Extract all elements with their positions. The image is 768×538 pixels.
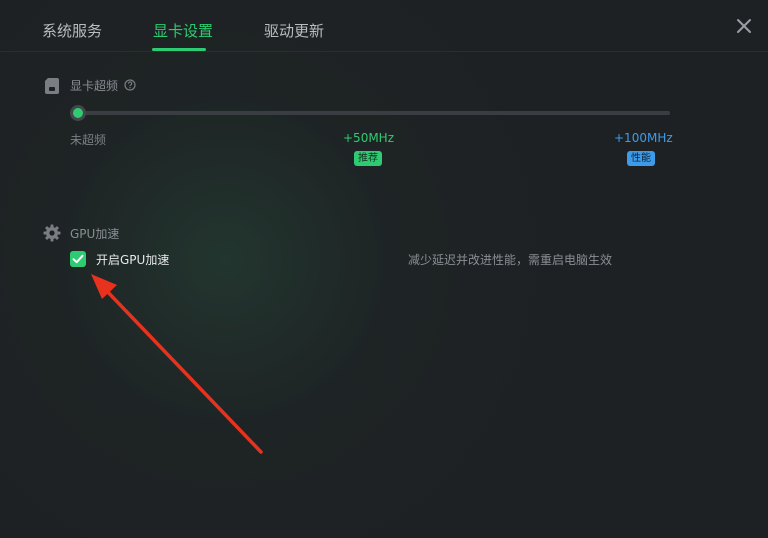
arrow-annotation: [91, 274, 263, 454]
settings-dialog: 系统服务 显卡设置 驱动更新 显卡超频 未超频 +50MHz 推荐 +100MH…: [0, 0, 768, 538]
